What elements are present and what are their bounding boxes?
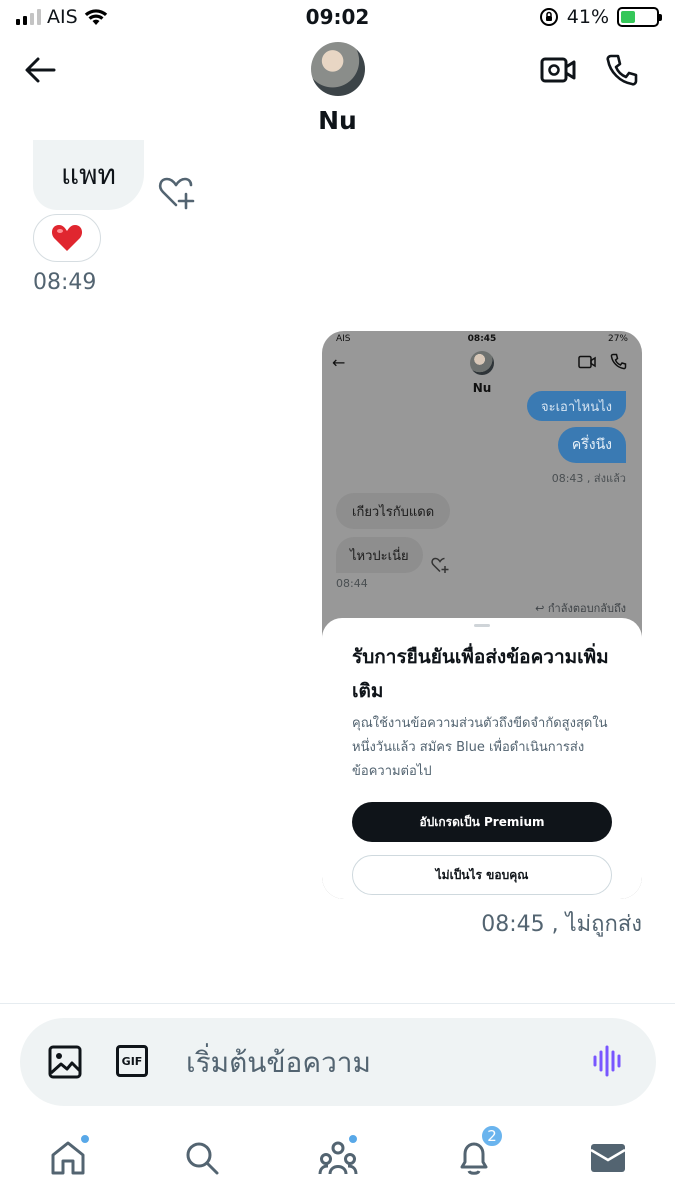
sent-status: 08:45 , ไม่ถูกส่ง [481, 912, 642, 937]
embedded-sheet-title: รับการยืนยันเพื่อส่งข้อความเพิ่มเติม [352, 646, 609, 702]
embedded-sheet-grabber [474, 624, 490, 627]
communities-notification-dot [348, 1134, 358, 1144]
embedded-video-icon [578, 355, 596, 369]
conversation-header: Nu [0, 34, 675, 146]
back-button[interactable] [18, 50, 62, 90]
embedded-bottom-sheet: รับการยืนยันเพื่อส่งข้อความเพิ่มเติม คุณ… [322, 618, 642, 899]
contact-name[interactable]: Nu [0, 106, 675, 135]
video-call-button[interactable] [536, 50, 580, 90]
battery-percent: 41% [566, 6, 609, 28]
embedded-dismiss-button: ไม่เป็นไร ขอบคุณ [352, 855, 612, 895]
embedded-replying-label: ↩ กำลังตอบกลับถึง [535, 602, 626, 615]
heart-reaction-icon [51, 225, 83, 251]
embedded-outgoing-bubble: จะเอาไหนไง [526, 391, 626, 421]
embedded-battery: 27% [607, 334, 628, 344]
reaction-pill[interactable] [33, 214, 101, 262]
voice-call-button[interactable] [600, 48, 644, 92]
add-reaction-icon[interactable] [156, 172, 196, 212]
received-timestamp: 08:49 [33, 270, 97, 295]
embedded-incoming-bubble: ไหวปะเนี่ย [336, 537, 423, 573]
embedded-clock: 08:45 [467, 334, 497, 344]
tab-communities[interactable] [314, 1134, 362, 1182]
image-picker-icon[interactable] [48, 1045, 82, 1079]
home-notification-dot [80, 1134, 90, 1144]
embedded-add-reaction-icon [431, 557, 449, 573]
tab-home[interactable] [44, 1134, 92, 1182]
search-icon [186, 1142, 219, 1175]
composer-divider [0, 1003, 675, 1004]
tab-messages[interactable] [584, 1134, 632, 1182]
avatar[interactable] [311, 42, 365, 96]
video-camera-icon [540, 57, 576, 83]
status-bar: AIS 09:02 41% [0, 0, 675, 34]
embedded-outgoing-bubble: ครึ่งนึง [557, 427, 626, 463]
gif-picker-icon[interactable]: GIF [116, 1045, 148, 1077]
sent-image-attachment[interactable]: AIS 08:45 27% ← Nu จะเอาไหนไง ครึ่งนึง 0… [322, 331, 642, 899]
tab-search[interactable] [178, 1134, 226, 1182]
received-message-bubble[interactable]: แพท [33, 140, 144, 210]
message-composer: GIF [20, 1018, 656, 1106]
tab-notifications[interactable]: 2 [450, 1124, 504, 1182]
mail-icon [590, 1144, 626, 1172]
embedded-sheet-body: คุณใช้งานข้อความส่วนตัวถึงขีดจำกัดสูงสุด… [352, 716, 608, 779]
back-arrow-icon [25, 57, 56, 83]
embedded-incoming-timestamp: 08:44 [336, 577, 368, 590]
embedded-avatar [470, 351, 494, 375]
battery-icon [617, 7, 662, 27]
status-right: 41% [539, 6, 662, 28]
voice-message-icon[interactable] [592, 1044, 624, 1078]
bottom-tab-bar: 2 [0, 1124, 675, 1200]
gif-label: GIF [121, 1054, 143, 1068]
embedded-upgrade-button: อัปเกรดเป็น Premium [352, 802, 612, 842]
communities-icon [318, 1141, 358, 1175]
embedded-back-arrow-icon: ← [332, 353, 346, 372]
embedded-phone-icon [610, 353, 627, 370]
embedded-status-bar: AIS 08:45 27% [322, 331, 642, 347]
orientation-lock-icon [539, 8, 558, 26]
notifications-badge: 2 [480, 1124, 504, 1148]
home-icon [51, 1141, 85, 1175]
message-input[interactable] [186, 1040, 566, 1084]
phone-icon [606, 54, 638, 86]
embedded-incoming-bubble: เกียวไรกับแดด [336, 493, 451, 529]
embedded-outgoing-timestamp: 08:43 , ส่งแล้ว [551, 472, 626, 485]
